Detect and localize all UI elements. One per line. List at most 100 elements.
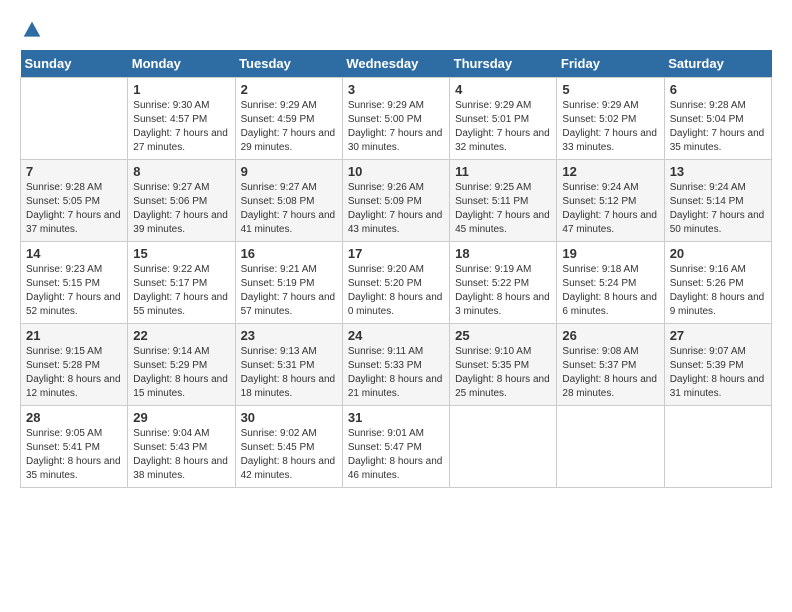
- day-number: 9: [241, 164, 337, 179]
- day-detail: Sunrise: 9:14 AM Sunset: 5:29 PM Dayligh…: [133, 345, 229, 401]
- day-detail: Sunrise: 9:19 AM Sunset: 5:22 PM Dayligh…: [455, 263, 551, 319]
- day-detail: Sunrise: 9:29 AM Sunset: 5:01 PM Dayligh…: [455, 99, 551, 155]
- day-detail: Sunrise: 9:20 AM Sunset: 5:20 PM Dayligh…: [348, 263, 444, 319]
- calendar-cell[interactable]: 26Sunrise: 9:08 AM Sunset: 5:37 PM Dayli…: [557, 324, 664, 406]
- page-header: [20, 20, 772, 40]
- day-number: 30: [241, 410, 337, 425]
- calendar-cell[interactable]: 16 Sunrise: 9:21 AM Sunset: 5:19 PM Dayli…: [235, 242, 342, 324]
- day-detail: Sunrise: 9:24 AM Sunset: 5:14 PM Dayligh…: [670, 181, 766, 237]
- day-number: 14: [26, 246, 122, 261]
- calendar-cell[interactable]: 21Sunrise: 9:15 AM Sunset: 5:28 PM Dayli…: [21, 324, 128, 406]
- day-number: 10: [348, 164, 444, 179]
- day-detail: Sunrise: 9:28 AM Sunset: 5:04 PM Dayligh…: [670, 99, 766, 155]
- day-number: 26: [562, 328, 658, 343]
- calendar-week-row: 1Sunrise: 9:30 AM Sunset: 4:57 PM Daylig…: [21, 78, 772, 160]
- calendar-cell[interactable]: 20 Sunrise: 9:16 AM Sunset: 5:26 PM Dayli…: [664, 242, 771, 324]
- calendar-cell[interactable]: 24Sunrise: 9:11 AM Sunset: 5:33 PM Dayli…: [342, 324, 449, 406]
- day-detail: Sunrise: 9:29 AM Sunset: 4:59 PM Dayligh…: [241, 99, 337, 155]
- calendar-header-monday: Monday: [128, 50, 235, 78]
- calendar-cell: [450, 406, 557, 488]
- calendar-cell[interactable]: 27Sunrise: 9:07 AM Sunset: 5:39 PM Dayli…: [664, 324, 771, 406]
- day-detail: Sunrise: 9:30 AM Sunset: 4:57 PM Dayligh…: [133, 99, 229, 155]
- day-detail: Sunrise: 9:29 AM Sunset: 5:02 PM Dayligh…: [562, 99, 658, 155]
- calendar-cell[interactable]: 30 Sunrise: 9:02 AM Sunset: 5:45 PM Dayli…: [235, 406, 342, 488]
- calendar-cell[interactable]: 9 Sunrise: 9:27 AM Sunset: 5:08 PM Daylig…: [235, 160, 342, 242]
- calendar-cell[interactable]: 12Sunrise: 9:24 AM Sunset: 5:12 PM Dayli…: [557, 160, 664, 242]
- day-detail: Sunrise: 9:01 AM Sunset: 5:47 PM Dayligh…: [348, 427, 444, 483]
- calendar-cell[interactable]: 1Sunrise: 9:30 AM Sunset: 4:57 PM Daylig…: [128, 78, 235, 160]
- day-number: 25: [455, 328, 551, 343]
- day-detail: Sunrise: 9:02 AM Sunset: 5:45 PM Dayligh…: [241, 427, 337, 483]
- calendar-cell: [557, 406, 664, 488]
- day-detail: Sunrise: 9:16 AM Sunset: 5:26 PM Dayligh…: [670, 263, 766, 319]
- day-detail: Sunrise: 9:29 AM Sunset: 5:00 PM Dayligh…: [348, 99, 444, 155]
- day-number: 18: [455, 246, 551, 261]
- calendar-header-sunday: Sunday: [21, 50, 128, 78]
- day-detail: Sunrise: 9:18 AM Sunset: 5:24 PM Dayligh…: [562, 263, 658, 319]
- day-detail: Sunrise: 9:24 AM Sunset: 5:12 PM Dayligh…: [562, 181, 658, 237]
- day-number: 31: [348, 410, 444, 425]
- day-detail: Sunrise: 9:25 AM Sunset: 5:11 PM Dayligh…: [455, 181, 551, 237]
- calendar-cell[interactable]: 13Sunrise: 9:24 AM Sunset: 5:14 PM Dayli…: [664, 160, 771, 242]
- calendar-cell[interactable]: 3 Sunrise: 9:29 AM Sunset: 5:00 PM Daylig…: [342, 78, 449, 160]
- day-detail: Sunrise: 9:13 AM Sunset: 5:31 PM Dayligh…: [241, 345, 337, 401]
- calendar-cell[interactable]: 19 Sunrise: 9:18 AM Sunset: 5:24 PM Dayli…: [557, 242, 664, 324]
- day-detail: Sunrise: 9:26 AM Sunset: 5:09 PM Dayligh…: [348, 181, 444, 237]
- calendar-cell[interactable]: 14Sunrise: 9:23 AM Sunset: 5:15 PM Dayli…: [21, 242, 128, 324]
- calendar-cell[interactable]: 7 Sunrise: 9:28 AM Sunset: 5:05 PM Daylig…: [21, 160, 128, 242]
- calendar-header-tuesday: Tuesday: [235, 50, 342, 78]
- calendar-header-friday: Friday: [557, 50, 664, 78]
- calendar-week-row: 21Sunrise: 9:15 AM Sunset: 5:28 PM Dayli…: [21, 324, 772, 406]
- calendar-cell[interactable]: 6 Sunrise: 9:28 AM Sunset: 5:04 PM Daylig…: [664, 78, 771, 160]
- calendar-cell[interactable]: 18 Sunrise: 9:19 AM Sunset: 5:22 PM Dayli…: [450, 242, 557, 324]
- day-number: 5: [562, 82, 658, 97]
- day-number: 28: [26, 410, 122, 425]
- calendar-cell[interactable]: 17Sunrise: 9:20 AM Sunset: 5:20 PM Dayli…: [342, 242, 449, 324]
- day-number: 6: [670, 82, 766, 97]
- day-number: 11: [455, 164, 551, 179]
- calendar-cell[interactable]: 22 Sunrise: 9:14 AM Sunset: 5:29 PM Dayli…: [128, 324, 235, 406]
- day-detail: Sunrise: 9:27 AM Sunset: 5:06 PM Dayligh…: [133, 181, 229, 237]
- calendar-cell[interactable]: 28Sunrise: 9:05 AM Sunset: 5:41 PM Dayli…: [21, 406, 128, 488]
- calendar-cell[interactable]: 23 Sunrise: 9:13 AM Sunset: 5:31 PM Dayli…: [235, 324, 342, 406]
- calendar-cell[interactable]: 4 Sunrise: 9:29 AM Sunset: 5:01 PM Daylig…: [450, 78, 557, 160]
- day-detail: Sunrise: 9:04 AM Sunset: 5:43 PM Dayligh…: [133, 427, 229, 483]
- calendar-cell[interactable]: 15Sunrise: 9:22 AM Sunset: 5:17 PM Dayli…: [128, 242, 235, 324]
- calendar-header-wednesday: Wednesday: [342, 50, 449, 78]
- day-number: 3: [348, 82, 444, 97]
- day-number: 23: [241, 328, 337, 343]
- day-detail: Sunrise: 9:21 AM Sunset: 5:19 PM Dayligh…: [241, 263, 337, 319]
- day-detail: Sunrise: 9:11 AM Sunset: 5:33 PM Dayligh…: [348, 345, 444, 401]
- calendar-cell: [21, 78, 128, 160]
- day-number: 16: [241, 246, 337, 261]
- day-number: 8: [133, 164, 229, 179]
- day-detail: Sunrise: 9:27 AM Sunset: 5:08 PM Dayligh…: [241, 181, 337, 237]
- day-number: 22: [133, 328, 229, 343]
- calendar-cell[interactable]: 2 Sunrise: 9:29 AM Sunset: 4:59 PM Daylig…: [235, 78, 342, 160]
- calendar-cell[interactable]: 10 Sunrise: 9:26 AM Sunset: 5:09 PM Dayli…: [342, 160, 449, 242]
- calendar-cell[interactable]: 11 Sunrise: 9:25 AM Sunset: 5:11 PM Dayli…: [450, 160, 557, 242]
- day-number: 29: [133, 410, 229, 425]
- calendar-cell[interactable]: 29 Sunrise: 9:04 AM Sunset: 5:43 PM Dayli…: [128, 406, 235, 488]
- day-number: 20: [670, 246, 766, 261]
- day-detail: Sunrise: 9:07 AM Sunset: 5:39 PM Dayligh…: [670, 345, 766, 401]
- calendar-cell[interactable]: 31 Sunrise: 9:01 AM Sunset: 5:47 PM Dayli…: [342, 406, 449, 488]
- calendar-cell[interactable]: 25 Sunrise: 9:10 AM Sunset: 5:35 PM Dayli…: [450, 324, 557, 406]
- day-number: 15: [133, 246, 229, 261]
- calendar-week-row: 14Sunrise: 9:23 AM Sunset: 5:15 PM Dayli…: [21, 242, 772, 324]
- day-number: 2: [241, 82, 337, 97]
- day-detail: Sunrise: 9:28 AM Sunset: 5:05 PM Dayligh…: [26, 181, 122, 237]
- calendar-cell[interactable]: 8 Sunrise: 9:27 AM Sunset: 5:06 PM Daylig…: [128, 160, 235, 242]
- day-detail: Sunrise: 9:10 AM Sunset: 5:35 PM Dayligh…: [455, 345, 551, 401]
- logo-icon: [22, 20, 42, 40]
- calendar-week-row: 7 Sunrise: 9:28 AM Sunset: 5:05 PM Daylig…: [21, 160, 772, 242]
- day-detail: Sunrise: 9:15 AM Sunset: 5:28 PM Dayligh…: [26, 345, 122, 401]
- calendar-header-saturday: Saturday: [664, 50, 771, 78]
- day-number: 7: [26, 164, 122, 179]
- calendar-cell: [664, 406, 771, 488]
- calendar-header-thursday: Thursday: [450, 50, 557, 78]
- calendar-header-row: SundayMondayTuesdayWednesdayThursdayFrid…: [21, 50, 772, 78]
- day-number: 4: [455, 82, 551, 97]
- day-number: 19: [562, 246, 658, 261]
- calendar-cell[interactable]: 5 Sunrise: 9:29 AM Sunset: 5:02 PM Daylig…: [557, 78, 664, 160]
